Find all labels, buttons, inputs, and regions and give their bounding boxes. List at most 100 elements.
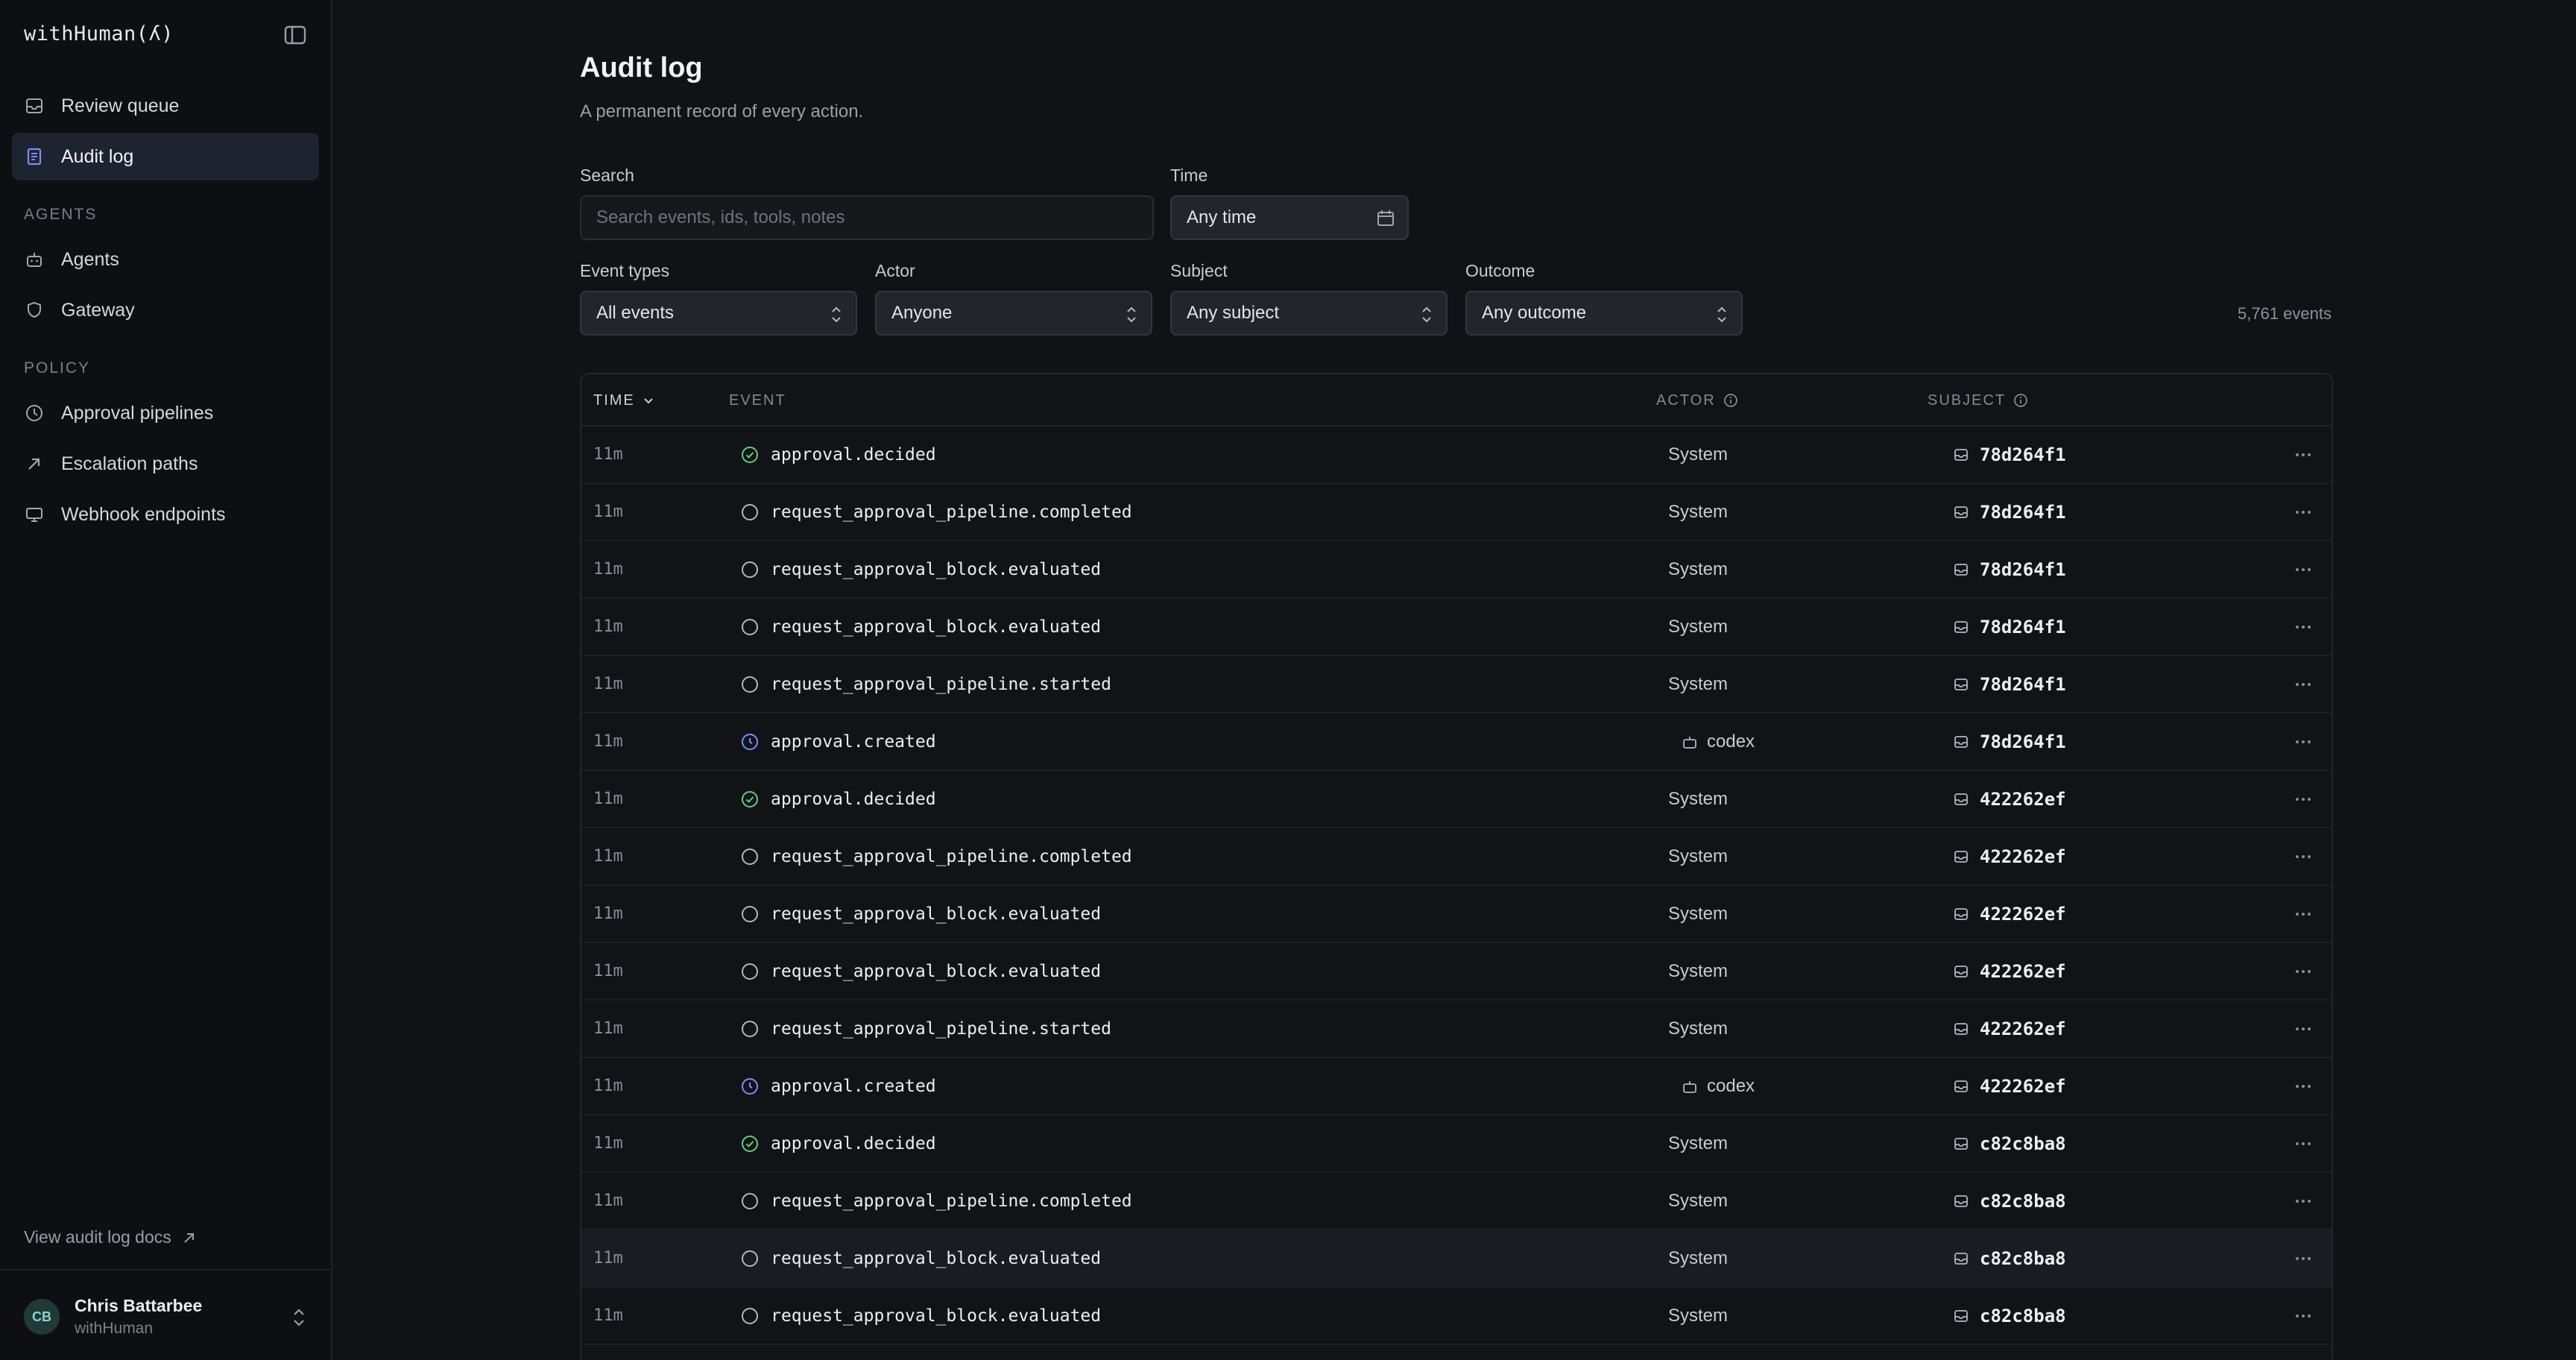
sidebar-item-gateway[interactable]: Gateway <box>12 286 319 334</box>
sidebar-item-audit-log[interactable]: Audit log <box>12 133 319 180</box>
inbox-icon <box>1954 850 1968 863</box>
event-cell: request_approval_block.evaluated <box>741 599 1101 655</box>
event-cell: approval.decided <box>741 426 936 482</box>
time-picker[interactable]: Any time <box>1170 195 1409 240</box>
outcome-select[interactable]: Any outcome <box>1465 291 1743 336</box>
brand-logo[interactable]: withHuman(ʎ) <box>24 22 174 45</box>
subject-cell[interactable]: 78d264f1 <box>1953 484 2066 540</box>
actor-name: System <box>1668 1190 1729 1211</box>
time-cell: 11m <box>593 847 623 866</box>
user-menu[interactable]: CB Chris Battarbee withHuman <box>0 1269 331 1360</box>
shield-icon <box>24 300 45 321</box>
table-row[interactable]: 11m request_approval_block.evaluated Syste… <box>581 599 2332 656</box>
column-header-event: EVENT <box>729 374 786 426</box>
event-name: approval.created <box>771 1076 936 1096</box>
subject-id: 422262ef <box>1980 960 2066 982</box>
subject-cell[interactable]: 422262ef <box>1953 828 2066 884</box>
table-row[interactable]: 11m request_approval_pipeline.completed Sy… <box>581 828 2332 886</box>
actor-cell: System <box>1668 1115 1728 1171</box>
time-cell: 11m <box>593 1077 623 1095</box>
table-row[interactable]: 11m request_approval_pipeline.started Syst… <box>581 1001 2332 1058</box>
table-row[interactable]: 11m request_approval_block.evaluated Syste… <box>581 943 2332 1001</box>
sidebar-item-approval-pipelines[interactable]: Approval pipelines <box>12 389 319 437</box>
inbox-icon <box>1954 620 1968 633</box>
sidebar-item-review-queue[interactable]: Review queue <box>12 82 319 130</box>
subject-cell[interactable]: 78d264f1 <box>1953 656 2066 712</box>
page-title: Audit log <box>580 52 703 84</box>
row-actions-button[interactable] <box>2288 1288 2318 1344</box>
search-input[interactable]: Search events, ids, tools, notes <box>580 195 1154 240</box>
subject-id: 422262ef <box>1980 1075 2066 1097</box>
sidebar-collapse-button[interactable] <box>283 24 307 46</box>
row-actions-button[interactable] <box>2288 1058 2318 1114</box>
bot-icon <box>1683 736 1696 749</box>
subject-select[interactable]: Any subject <box>1170 291 1448 336</box>
status-icon <box>741 790 759 808</box>
table-row[interactable]: 11m approval.decided System c82c8ba8 <box>581 1115 2332 1173</box>
table-row[interactable]: 11m approval.decided System 422262ef <box>581 771 2332 828</box>
actor-name: System <box>1668 673 1729 694</box>
row-actions-button[interactable] <box>2288 943 2318 999</box>
subject-cell[interactable]: 422262ef <box>1953 1058 2066 1114</box>
row-actions-button[interactable] <box>2288 828 2318 884</box>
table-row[interactable]: 11m request_approval_block.evaluated Syste… <box>581 1288 2332 1345</box>
inbox-icon <box>1954 965 1968 978</box>
table-row[interactable]: 11m request_approval_pipeline.completed Sy… <box>581 1173 2332 1230</box>
column-header-time[interactable]: TIME <box>593 374 654 426</box>
subject-cell[interactable]: 422262ef <box>1953 1001 2066 1057</box>
inbox-icon <box>1954 793 1968 805</box>
event-name: request_approval_block.evaluated <box>771 1248 1102 1268</box>
subject-cell[interactable]: c82c8ba8 <box>1953 1288 2066 1344</box>
more-horizontal-icon <box>2296 797 2311 801</box>
subject-cell[interactable]: 78d264f1 <box>1953 714 2066 769</box>
row-actions-button[interactable] <box>2288 541 2318 597</box>
table-row[interactable]: 11m request_approval_block.evaluated Syste… <box>581 1230 2332 1288</box>
event-types-select[interactable]: All events <box>580 291 857 336</box>
subject-cell[interactable]: c82c8ba8 <box>1953 1173 2066 1229</box>
subject-cell[interactable]: 422262ef <box>1953 886 2066 942</box>
sidebar: withHuman(ʎ) Review queue Audit log AGEN… <box>0 0 332 1360</box>
info-icon[interactable] <box>2013 393 2028 408</box>
table-row[interactable]: 11m request_approval_pipeline.started Syst… <box>581 656 2332 714</box>
row-actions-button[interactable] <box>2288 656 2318 712</box>
row-actions-button[interactable] <box>2288 771 2318 827</box>
subject-cell[interactable]: c82c8ba8 <box>1953 1115 2066 1171</box>
table-row[interactable]: 11m approval.created codex 422262ef <box>581 1058 2332 1115</box>
row-actions-button[interactable] <box>2288 714 2318 769</box>
user-switch-button[interactable] <box>289 1306 309 1329</box>
subject-cell[interactable]: c82c8ba8 <box>1953 1230 2066 1286</box>
subject-id: c82c8ba8 <box>1980 1133 2066 1154</box>
subject-cell[interactable]: 78d264f1 <box>1953 541 2066 597</box>
subject-cell[interactable]: 78d264f1 <box>1953 426 2066 482</box>
table-row[interactable]: 11m request_approval_pipeline.completed Sy… <box>581 484 2332 541</box>
subject-cell[interactable]: 422262ef <box>1953 943 2066 999</box>
audit-log-docs-link[interactable]: View audit log docs <box>24 1227 197 1247</box>
status-icon <box>741 1077 759 1095</box>
event-cell: request_approval_block.evaluated <box>741 1230 1101 1286</box>
info-icon[interactable] <box>1723 393 1738 408</box>
subject-cell[interactable]: 78d264f1 <box>1953 599 2066 655</box>
actor-cell: System <box>1668 599 1728 655</box>
app-root: withHuman(ʎ) Review queue Audit log AGEN… <box>0 0 2576 1360</box>
actor-select[interactable]: Anyone <box>875 291 1152 336</box>
table-row[interactable]: 11m request_approval_block.evaluated Syste… <box>581 541 2332 599</box>
row-actions-button[interactable] <box>2288 484 2318 540</box>
table-row[interactable]: 11m approval.created codex 78d264f1 <box>581 714 2332 771</box>
row-actions-button[interactable] <box>2288 1115 2318 1171</box>
time-cell: 11m <box>593 1191 623 1210</box>
actor-cell: codex <box>1682 714 1755 769</box>
row-actions-button[interactable] <box>2288 1230 2318 1286</box>
row-actions-button[interactable] <box>2288 886 2318 942</box>
row-actions-button[interactable] <box>2288 1173 2318 1229</box>
row-actions-button[interactable] <box>2288 599 2318 655</box>
sidebar-item-webhook-endpoints[interactable]: Webhook endpoints <box>12 491 319 538</box>
sidebar-item-escalation-paths[interactable]: Escalation paths <box>12 440 319 488</box>
table-row[interactable]: 11m approval.decided System 78d264f1 <box>581 426 2332 484</box>
actor-value: Anyone <box>891 303 953 323</box>
column-header-actor: ACTOR <box>1656 374 1738 426</box>
row-actions-button[interactable] <box>2288 426 2318 482</box>
table-row[interactable]: 11m request_approval_block.evaluated Syste… <box>581 886 2332 943</box>
sidebar-item-agents[interactable]: Agents <box>12 236 319 283</box>
row-actions-button[interactable] <box>2288 1001 2318 1057</box>
subject-cell[interactable]: 422262ef <box>1953 771 2066 827</box>
